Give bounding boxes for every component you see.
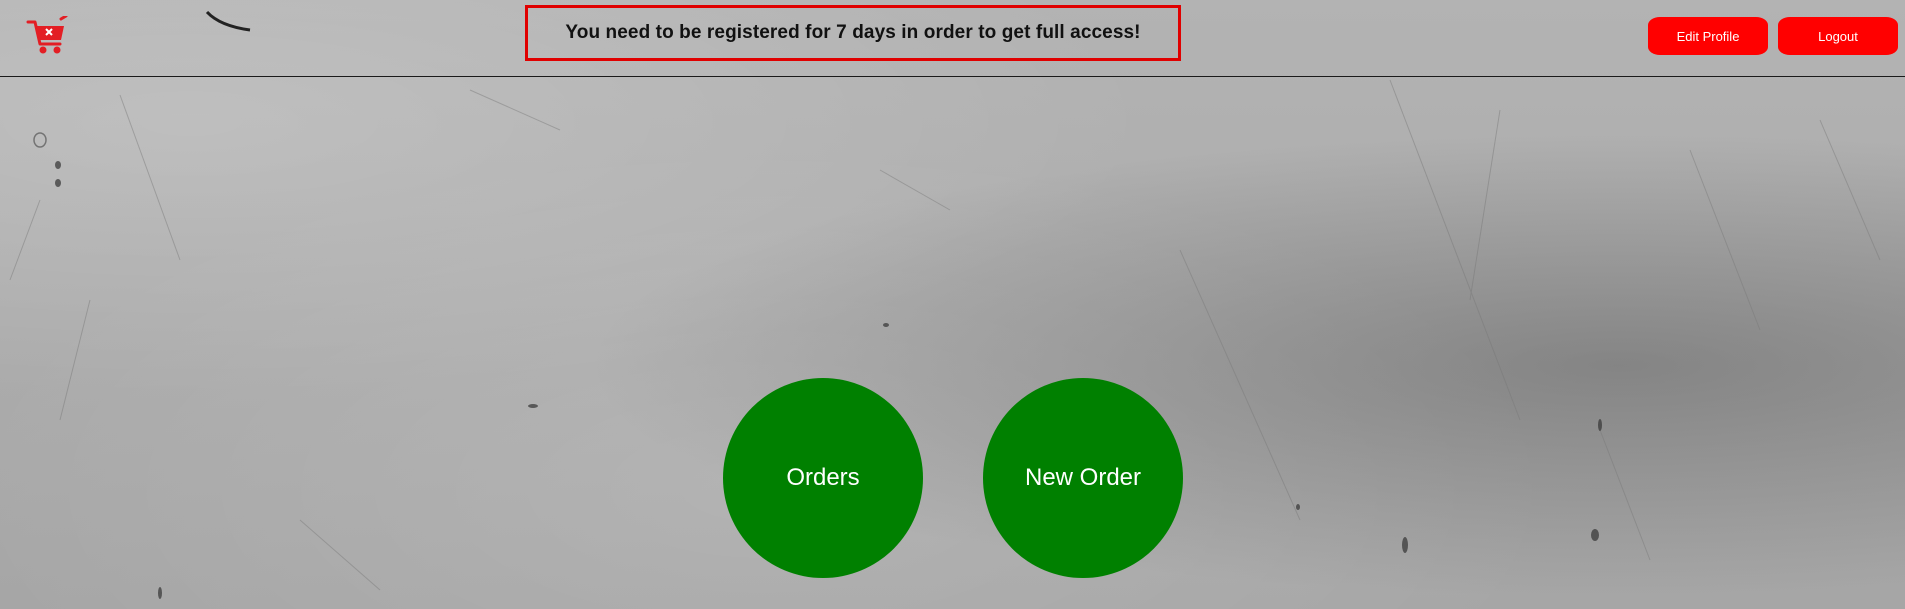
registration-notice: You need to be registered for 7 days in … [525, 5, 1181, 61]
orders-button[interactable]: Orders [723, 378, 923, 578]
logout-button[interactable]: Logout [1778, 17, 1898, 55]
edit-profile-button[interactable]: Edit Profile [1648, 17, 1768, 55]
top-header: You need to be registered for 7 days in … [0, 0, 1905, 77]
shopping-cart-icon[interactable] [26, 16, 68, 56]
new-order-button[interactable]: New Order [983, 378, 1183, 578]
background-texture [9, 10, 1881, 599]
